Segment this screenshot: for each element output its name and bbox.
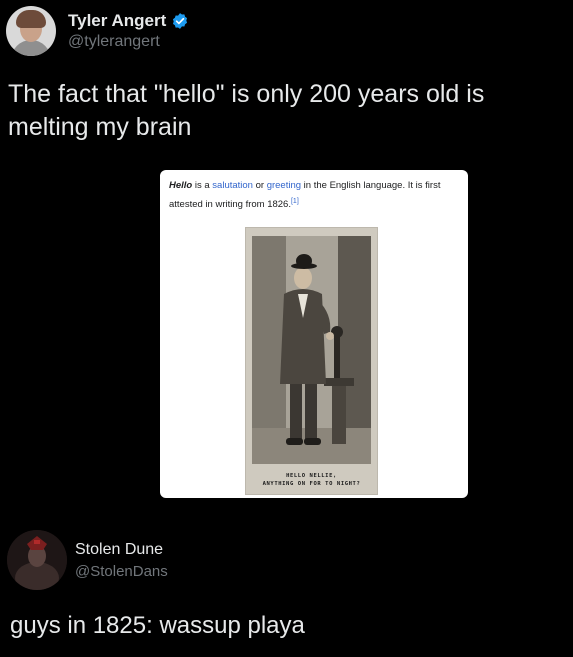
verified-badge-icon	[173, 13, 188, 29]
tweet-header: Tyler Angert @tylerangert	[6, 6, 189, 56]
reply-author-avatar[interactable]	[7, 530, 67, 590]
wiki-text-part: or	[252, 180, 267, 191]
wiki-text-part: is a	[192, 180, 213, 191]
reply-display-name[interactable]: Stolen Dune	[75, 541, 168, 559]
wiki-footnote: [1]	[290, 197, 299, 205]
tweet-text: The fact that "hello" is only 200 years …	[8, 80, 485, 141]
photo-caption-line-1: HELLO NELLIE,	[286, 473, 337, 479]
author-display-name[interactable]: Tyler Angert	[68, 11, 166, 31]
author-handle[interactable]: @tylerangert	[68, 33, 189, 51]
reply-header: Stolen Dune @StolenDans	[7, 530, 168, 590]
reply-handle[interactable]: @StolenDans	[75, 563, 168, 580]
wiki-link-salutation: salutation	[212, 180, 253, 191]
man-on-telephone-illustration	[246, 228, 377, 494]
wikipedia-excerpt: Hello is a salutation or greeting in the…	[169, 176, 461, 214]
reply-avatar-image	[7, 530, 67, 590]
vintage-photo: HELLO NELLIE, ANYTHING ON FOR TO NIGHT?	[245, 227, 378, 495]
tweet-image[interactable]: Hello is a salutation or greeting in the…	[160, 170, 468, 498]
wiki-link-greeting: greeting	[266, 180, 302, 191]
reply-name-block: Stolen Dune @StolenDans	[75, 541, 168, 580]
author-avatar[interactable]	[6, 6, 56, 56]
wiki-headword: Hello	[169, 180, 193, 191]
author-name-block: Tyler Angert @tylerangert	[68, 11, 189, 51]
photo-caption-line-2: ANYTHING ON FOR TO NIGHT?	[262, 481, 361, 487]
reply-text: guys in 1825: wassup playa	[10, 612, 305, 639]
